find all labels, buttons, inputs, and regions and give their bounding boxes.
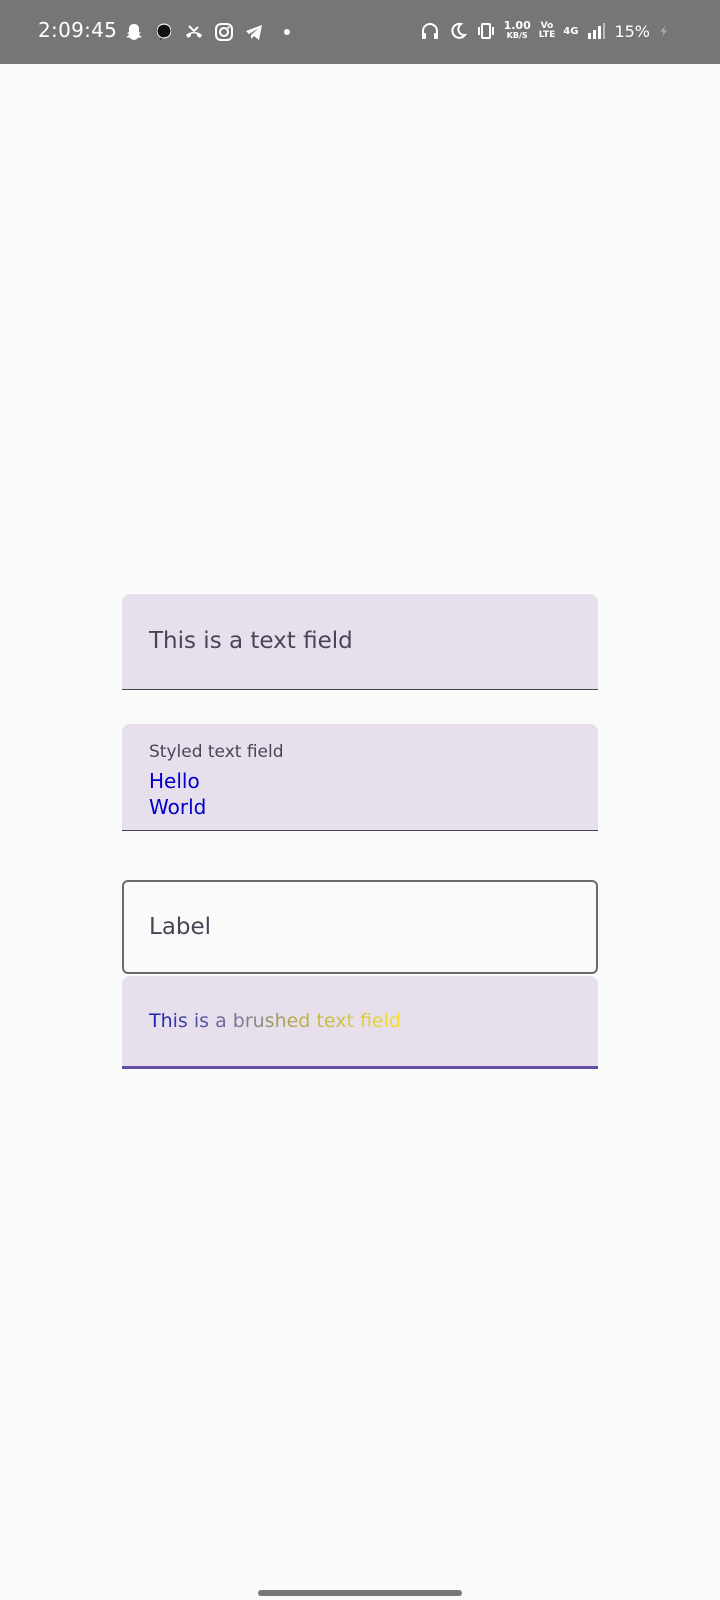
volte-indicator: Vo LTE xyxy=(539,22,556,40)
styled-value-line-2: World xyxy=(149,795,207,819)
headphones-icon xyxy=(421,23,438,39)
more-dot xyxy=(284,29,290,35)
net-speed-unit: KB/S xyxy=(506,31,528,40)
styled-text-field[interactable]: Styled text field Hello World xyxy=(122,724,598,831)
clock: 2:09:45 xyxy=(38,18,118,42)
styled-value-line-1: Hello xyxy=(149,769,200,793)
message-bubble-icon xyxy=(156,23,172,40)
volte-bottom: LTE xyxy=(538,30,556,40)
telegram-icon xyxy=(246,25,262,40)
outlined-text-field-label: Label xyxy=(149,914,212,940)
battery-percent: 15% xyxy=(614,21,650,41)
network-speed: 1.00 KB/S xyxy=(503,19,531,41)
basic-text-field-value: This is a text field xyxy=(149,628,353,654)
styled-text-field-value: Hello World xyxy=(149,768,206,820)
vibrate-icon xyxy=(477,23,494,39)
brushed-text-field-value: This is a brushed text field xyxy=(149,1010,401,1032)
signal-icon xyxy=(588,23,606,39)
outlined-text-field[interactable]: Label xyxy=(122,880,598,974)
net-speed-value: 1.00 xyxy=(503,19,531,32)
home-indicator[interactable] xyxy=(258,1590,462,1596)
moon-icon xyxy=(450,22,467,39)
missed-call-icon xyxy=(186,25,202,38)
styled-text-field-label: Styled text field xyxy=(149,742,284,762)
brushed-text-field[interactable]: This is a brushed text field xyxy=(122,976,598,1069)
charging-icon xyxy=(660,25,667,37)
instagram-icon xyxy=(215,23,233,41)
notification-icons xyxy=(124,20,290,44)
snapchat-icon xyxy=(126,24,142,40)
network-type: 4G xyxy=(563,25,579,37)
system-icons: 1.00 KB/S Vo LTE 4G 15% xyxy=(420,18,670,44)
status-bar: 2:09:45 1.00 KB/S Vo LTE 4G 15% xyxy=(0,0,720,64)
basic-text-field[interactable]: This is a text field xyxy=(122,594,598,690)
